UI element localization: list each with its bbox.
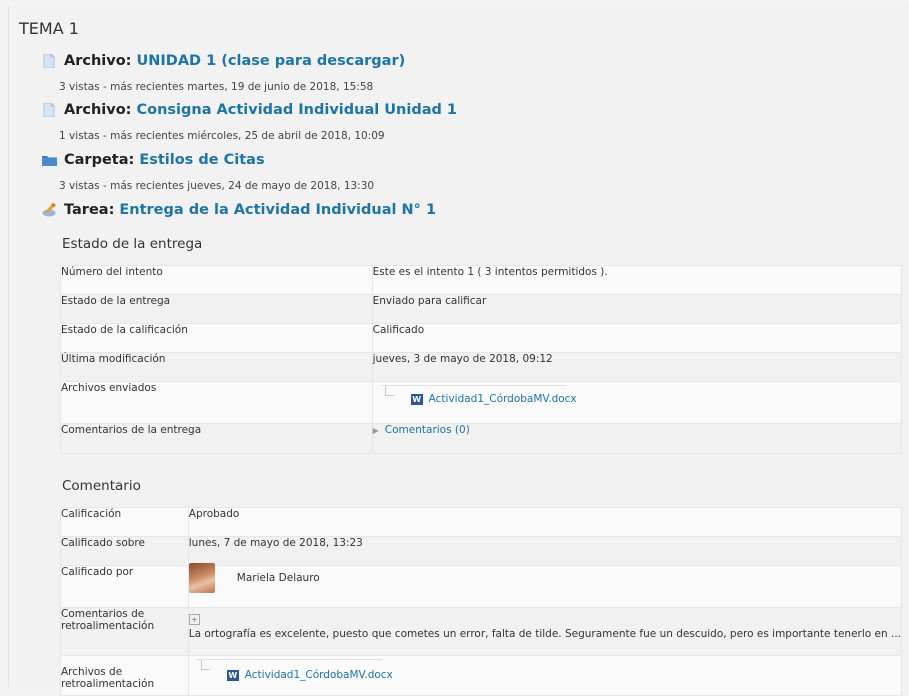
row-label: Comentarios de la entrega [60, 423, 373, 454]
table-row: Archivos de retroalimentación W Activida… [60, 655, 903, 696]
table-row: Última modificación jueves, 3 de mayo de… [60, 352, 903, 382]
activity-kind: Archivo: [64, 53, 132, 69]
row-label: Número del intento [60, 265, 373, 295]
word-document-icon: W [226, 669, 239, 681]
activity-kind: Archivo: [64, 102, 132, 118]
activity-link-unidad-1[interactable]: UNIDAD 1 (clase para descargar) [136, 53, 405, 69]
feedback-file-link[interactable]: W Actividad1_CórdobaMV.docx [226, 669, 393, 681]
file-icon [40, 101, 58, 119]
row-label: Comentarios de retroalimentación [60, 607, 189, 656]
activity-folder: Carpeta: Estilos de Citas [40, 151, 265, 169]
comments-toggle[interactable]: ▶ Comentarios (0) [373, 424, 470, 436]
folder-icon [40, 151, 58, 169]
tree-connector [200, 660, 210, 670]
divider [196, 659, 382, 660]
table-row: Calificado por Mariela Delauro [60, 563, 903, 608]
expand-icon[interactable]: + [188, 614, 200, 625]
file-name: Actividad1_CórdobaMV.docx [428, 393, 577, 405]
activity-meta: 1 vistas - más recientes miércoles, 25 d… [59, 130, 385, 142]
activity-link-tarea[interactable]: Entrega de la Actividad Individual N° 1 [119, 202, 436, 218]
table-row: Estado de la entrega Enviado para califi… [60, 294, 903, 324]
word-document-icon: W [410, 393, 423, 405]
table-row: Número del intento Este es el intento 1 … [60, 265, 903, 295]
row-value: jueves, 3 de mayo de 2018, 09:12 [371, 352, 903, 382]
feedback-table: Calificación Aprobado Calificado sobre l… [60, 507, 903, 696]
activity-assignment: Tarea: Entrega de la Actividad Individua… [40, 201, 436, 219]
file-name: Actividad1_CórdobaMV.docx [244, 669, 393, 681]
table-row: Calificado sobre lunes, 7 de mayo de 201… [60, 536, 903, 566]
row-value: Aprobado [187, 507, 903, 537]
table-row: Comentarios de retroalimentación + La or… [60, 607, 903, 656]
assignment-icon [40, 201, 58, 219]
course-section: TEMA 1 Archivo: UNIDAD 1 (clase para des… [8, 6, 908, 696]
row-label: Archivos enviados [60, 381, 373, 424]
triangle-right-icon: ▶ [372, 426, 379, 435]
row-value: Calificado [371, 323, 903, 353]
table-row: Archivos enviados W Actividad1_CórdobaMV… [60, 381, 903, 424]
activity-file-2: Archivo: Consigna Actividad Individual U… [40, 101, 457, 119]
feedback-heading: Comentario [62, 478, 141, 494]
row-label: Calificado por [60, 565, 189, 608]
grader-name: Mariela Delauro [236, 572, 320, 584]
activity-link-consigna[interactable]: Consigna Actividad Individual Unidad 1 [136, 102, 457, 118]
submission-status-table: Número del intento Este es el intento 1 … [60, 265, 903, 454]
activity-kind: Carpeta: [64, 152, 135, 168]
feedback-comment-text: La ortografía es excelente, puesto que c… [188, 628, 901, 640]
activity-meta: 3 vistas - más recientes jueves, 24 de m… [59, 180, 375, 192]
activity-link-estilos[interactable]: Estilos de Citas [139, 152, 264, 168]
file-icon [40, 52, 58, 70]
divider [380, 385, 566, 386]
row-label: Última modificación [60, 352, 373, 382]
tree-connector [384, 386, 394, 396]
row-label: Calificado sobre [60, 536, 189, 566]
table-row: Comentarios de la entrega ▶ Comentarios (… [60, 423, 903, 454]
row-value: Este es el intento 1 ( 3 intentos permit… [371, 265, 903, 295]
row-value: Enviado para calificar [371, 294, 903, 324]
row-label: Estado de la calificación [60, 323, 373, 353]
activity-meta: 3 vistas - más recientes martes, 19 de j… [59, 81, 374, 93]
row-label: Calificación [60, 507, 189, 537]
row-value: lunes, 7 de mayo de 2018, 13:23 [187, 536, 903, 566]
row-label: Archivos de retroalimentación [60, 655, 189, 696]
submitted-file-link[interactable]: W Actividad1_CórdobaMV.docx [410, 393, 577, 405]
submission-status-heading: Estado de la entrega [62, 236, 203, 252]
activity-kind: Tarea: [64, 202, 115, 218]
avatar [188, 563, 215, 593]
table-row: Calificación Aprobado [60, 507, 903, 537]
row-label: Estado de la entrega [60, 294, 373, 324]
comments-link: Comentarios (0) [384, 424, 470, 436]
activity-file-1: Archivo: UNIDAD 1 (clase para descargar) [40, 52, 405, 70]
section-title: TEMA 1 [19, 19, 79, 38]
table-row: Estado de la calificación Calificado [60, 323, 903, 353]
